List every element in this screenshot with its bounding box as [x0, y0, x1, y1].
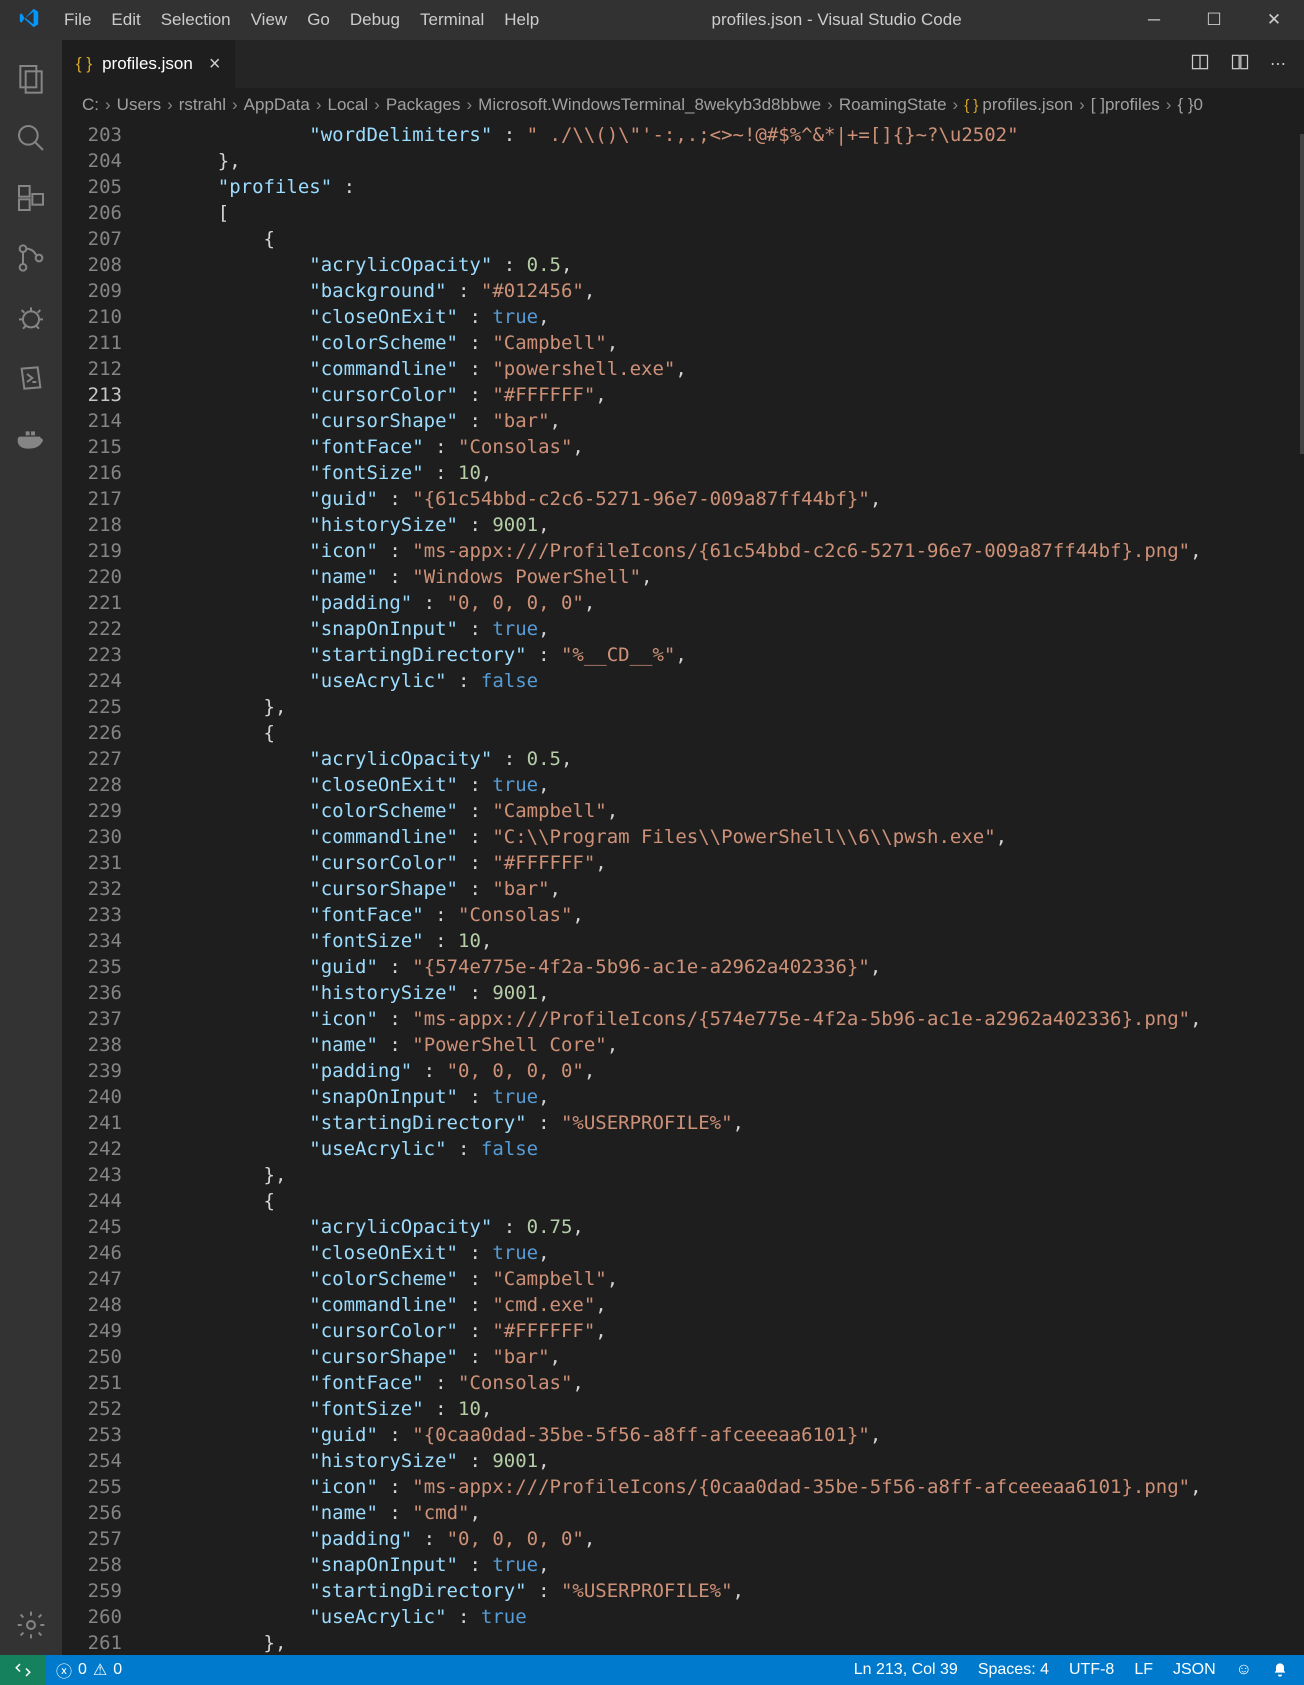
language-status[interactable]: JSON [1163, 1655, 1226, 1685]
menu-view[interactable]: View [241, 10, 298, 30]
maximize-button[interactable]: ☐ [1184, 0, 1244, 40]
window-title: profiles.json - Visual Studio Code [549, 10, 1124, 30]
breadcrumbs[interactable]: C:› Users› rstrahl› AppData› Local› Pack… [62, 88, 1304, 122]
bc-part[interactable]: AppData [244, 95, 310, 115]
bc-part[interactable]: Microsoft.WindowsTerminal_8wekyb3d8bbwe [478, 95, 821, 115]
feedback-icon[interactable]: ☺ [1226, 1655, 1262, 1685]
json-file-icon: { } [76, 54, 92, 74]
tab-bar: { } profiles.json × ⋯ [62, 40, 1304, 88]
menu-file[interactable]: File [54, 10, 101, 30]
cursor-position[interactable]: Ln 213, Col 39 [844, 1655, 968, 1685]
close-button[interactable]: ✕ [1244, 0, 1304, 40]
encoding-status[interactable]: UTF-8 [1059, 1655, 1124, 1685]
debug-icon[interactable] [0, 288, 62, 348]
menu-help[interactable]: Help [494, 10, 549, 30]
bc-part[interactable]: Local [328, 95, 369, 115]
code-content[interactable]: "wordDelimiters" : " ./\\()\"'-:,.;<>~!@… [172, 122, 1288, 1655]
powershell-icon[interactable] [0, 348, 62, 408]
scm-icon[interactable] [0, 228, 62, 288]
tab-close-icon[interactable]: × [209, 53, 221, 76]
remote-status[interactable] [0, 1655, 46, 1685]
vscode-logo-icon [18, 7, 40, 34]
problems-status[interactable]: ⓧ0 ⚠0 [46, 1655, 132, 1685]
extensions-icon[interactable] [0, 168, 62, 228]
split-editor-2-icon[interactable] [1230, 52, 1250, 77]
tab-profiles-json[interactable]: { } profiles.json × [62, 40, 235, 88]
json-file-icon: { } [964, 97, 978, 114]
bc-part[interactable]: C: [82, 95, 99, 115]
bc-symbol[interactable]: [ ]profiles [1091, 95, 1160, 115]
minimize-button[interactable]: ─ [1124, 0, 1184, 40]
menu-selection[interactable]: Selection [151, 10, 241, 30]
menu-go[interactable]: Go [297, 10, 340, 30]
title-bar: File Edit Selection View Go Debug Termin… [0, 0, 1304, 40]
tab-label: profiles.json [102, 54, 193, 74]
docker-icon[interactable] [0, 408, 62, 468]
more-actions-icon[interactable]: ⋯ [1270, 54, 1286, 74]
notifications-icon[interactable] [1262, 1655, 1298, 1685]
bc-file[interactable]: profiles.json [982, 95, 1073, 115]
bc-part[interactable]: Packages [386, 95, 461, 115]
code-editor[interactable]: 2032042052062072082092102112122132142152… [62, 122, 1304, 1655]
activity-bar [0, 40, 62, 1655]
split-editor-icon[interactable] [1190, 52, 1210, 77]
search-icon[interactable] [0, 108, 62, 168]
bc-part[interactable]: Users [117, 95, 161, 115]
line-gutter: 2032042052062072082092102112122132142152… [62, 122, 132, 1655]
warning-icon: ⚠ [93, 1660, 107, 1680]
menu-edit[interactable]: Edit [101, 10, 150, 30]
minimap[interactable] [1288, 122, 1304, 1655]
bc-part[interactable]: RoamingState [839, 95, 947, 115]
bc-symbol[interactable]: { }0 [1177, 95, 1203, 115]
error-icon: ⓧ [56, 1658, 72, 1682]
bc-part[interactable]: rstrahl [179, 95, 226, 115]
eol-status[interactable]: LF [1124, 1655, 1163, 1685]
menu-terminal[interactable]: Terminal [410, 10, 494, 30]
fold-column [132, 122, 172, 1655]
status-bar: ⓧ0 ⚠0 Ln 213, Col 39 Spaces: 4 UTF-8 LF … [0, 1655, 1304, 1685]
settings-icon[interactable] [0, 1595, 62, 1655]
explorer-icon[interactable] [0, 48, 62, 108]
menu-debug[interactable]: Debug [340, 10, 410, 30]
indentation-status[interactable]: Spaces: 4 [968, 1655, 1059, 1685]
